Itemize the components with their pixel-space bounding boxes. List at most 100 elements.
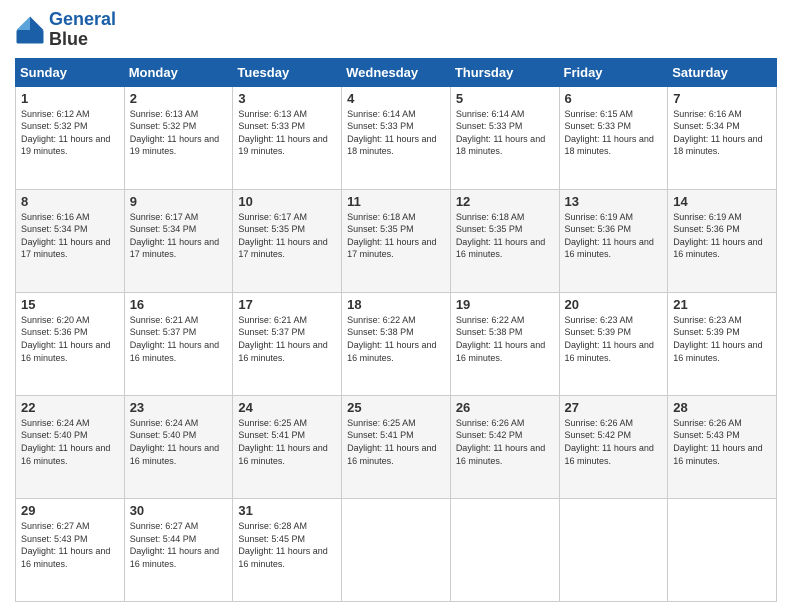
day-info: Sunrise: 6:19 AM Sunset: 5:36 PM Dayligh… bbox=[673, 211, 771, 261]
day-info: Sunrise: 6:22 AM Sunset: 5:38 PM Dayligh… bbox=[456, 314, 554, 364]
day-info: Sunrise: 6:12 AM Sunset: 5:32 PM Dayligh… bbox=[21, 108, 119, 158]
calendar-cell: 26 Sunrise: 6:26 AM Sunset: 5:42 PM Dayl… bbox=[450, 395, 559, 498]
calendar-table: SundayMondayTuesdayWednesdayThursdayFrid… bbox=[15, 58, 777, 602]
day-number: 10 bbox=[238, 194, 336, 209]
day-info: Sunrise: 6:14 AM Sunset: 5:33 PM Dayligh… bbox=[347, 108, 445, 158]
day-info: Sunrise: 6:25 AM Sunset: 5:41 PM Dayligh… bbox=[238, 417, 336, 467]
day-number: 9 bbox=[130, 194, 228, 209]
day-number: 5 bbox=[456, 91, 554, 106]
logo: General Blue bbox=[15, 10, 116, 50]
day-info: Sunrise: 6:27 AM Sunset: 5:43 PM Dayligh… bbox=[21, 520, 119, 570]
day-info: Sunrise: 6:26 AM Sunset: 5:42 PM Dayligh… bbox=[565, 417, 663, 467]
day-info: Sunrise: 6:15 AM Sunset: 5:33 PM Dayligh… bbox=[565, 108, 663, 158]
logo-text: General Blue bbox=[49, 10, 116, 50]
day-number: 7 bbox=[673, 91, 771, 106]
day-number: 20 bbox=[565, 297, 663, 312]
day-info: Sunrise: 6:16 AM Sunset: 5:34 PM Dayligh… bbox=[673, 108, 771, 158]
day-info: Sunrise: 6:25 AM Sunset: 5:41 PM Dayligh… bbox=[347, 417, 445, 467]
day-number: 1 bbox=[21, 91, 119, 106]
calendar-cell: 13 Sunrise: 6:19 AM Sunset: 5:36 PM Dayl… bbox=[559, 189, 668, 292]
calendar-cell: 15 Sunrise: 6:20 AM Sunset: 5:36 PM Dayl… bbox=[16, 292, 125, 395]
calendar-cell: 2 Sunrise: 6:13 AM Sunset: 5:32 PM Dayli… bbox=[124, 86, 233, 189]
day-info: Sunrise: 6:23 AM Sunset: 5:39 PM Dayligh… bbox=[565, 314, 663, 364]
calendar-cell: 9 Sunrise: 6:17 AM Sunset: 5:34 PM Dayli… bbox=[124, 189, 233, 292]
calendar-week-4: 22 Sunrise: 6:24 AM Sunset: 5:40 PM Dayl… bbox=[16, 395, 777, 498]
day-number: 2 bbox=[130, 91, 228, 106]
day-number: 18 bbox=[347, 297, 445, 312]
day-info: Sunrise: 6:26 AM Sunset: 5:42 PM Dayligh… bbox=[456, 417, 554, 467]
calendar-cell: 1 Sunrise: 6:12 AM Sunset: 5:32 PM Dayli… bbox=[16, 86, 125, 189]
day-number: 14 bbox=[673, 194, 771, 209]
calendar-cell: 16 Sunrise: 6:21 AM Sunset: 5:37 PM Dayl… bbox=[124, 292, 233, 395]
calendar-cell: 24 Sunrise: 6:25 AM Sunset: 5:41 PM Dayl… bbox=[233, 395, 342, 498]
day-number: 27 bbox=[565, 400, 663, 415]
calendar-cell: 20 Sunrise: 6:23 AM Sunset: 5:39 PM Dayl… bbox=[559, 292, 668, 395]
page: General Blue SundayMondayTuesdayWednesda… bbox=[0, 0, 792, 612]
calendar-week-3: 15 Sunrise: 6:20 AM Sunset: 5:36 PM Dayl… bbox=[16, 292, 777, 395]
day-info: Sunrise: 6:13 AM Sunset: 5:33 PM Dayligh… bbox=[238, 108, 336, 158]
day-number: 8 bbox=[21, 194, 119, 209]
day-number: 24 bbox=[238, 400, 336, 415]
day-info: Sunrise: 6:27 AM Sunset: 5:44 PM Dayligh… bbox=[130, 520, 228, 570]
day-info: Sunrise: 6:20 AM Sunset: 5:36 PM Dayligh… bbox=[21, 314, 119, 364]
day-number: 29 bbox=[21, 503, 119, 518]
calendar-cell: 28 Sunrise: 6:26 AM Sunset: 5:43 PM Dayl… bbox=[668, 395, 777, 498]
day-number: 17 bbox=[238, 297, 336, 312]
day-info: Sunrise: 6:13 AM Sunset: 5:32 PM Dayligh… bbox=[130, 108, 228, 158]
calendar-cell: 31 Sunrise: 6:28 AM Sunset: 5:45 PM Dayl… bbox=[233, 498, 342, 601]
calendar-cell: 10 Sunrise: 6:17 AM Sunset: 5:35 PM Dayl… bbox=[233, 189, 342, 292]
day-number: 6 bbox=[565, 91, 663, 106]
day-number: 26 bbox=[456, 400, 554, 415]
day-number: 15 bbox=[21, 297, 119, 312]
day-header-tuesday: Tuesday bbox=[233, 58, 342, 86]
day-number: 4 bbox=[347, 91, 445, 106]
calendar-cell: 23 Sunrise: 6:24 AM Sunset: 5:40 PM Dayl… bbox=[124, 395, 233, 498]
header: General Blue bbox=[15, 10, 777, 50]
calendar-cell: 8 Sunrise: 6:16 AM Sunset: 5:34 PM Dayli… bbox=[16, 189, 125, 292]
day-info: Sunrise: 6:23 AM Sunset: 5:39 PM Dayligh… bbox=[673, 314, 771, 364]
day-info: Sunrise: 6:14 AM Sunset: 5:33 PM Dayligh… bbox=[456, 108, 554, 158]
day-info: Sunrise: 6:24 AM Sunset: 5:40 PM Dayligh… bbox=[21, 417, 119, 467]
day-info: Sunrise: 6:18 AM Sunset: 5:35 PM Dayligh… bbox=[347, 211, 445, 261]
day-info: Sunrise: 6:21 AM Sunset: 5:37 PM Dayligh… bbox=[130, 314, 228, 364]
calendar-cell: 21 Sunrise: 6:23 AM Sunset: 5:39 PM Dayl… bbox=[668, 292, 777, 395]
day-header-saturday: Saturday bbox=[668, 58, 777, 86]
day-number: 19 bbox=[456, 297, 554, 312]
day-number: 25 bbox=[347, 400, 445, 415]
calendar-body: 1 Sunrise: 6:12 AM Sunset: 5:32 PM Dayli… bbox=[16, 86, 777, 601]
day-info: Sunrise: 6:21 AM Sunset: 5:37 PM Dayligh… bbox=[238, 314, 336, 364]
day-info: Sunrise: 6:17 AM Sunset: 5:35 PM Dayligh… bbox=[238, 211, 336, 261]
day-number: 13 bbox=[565, 194, 663, 209]
day-info: Sunrise: 6:24 AM Sunset: 5:40 PM Dayligh… bbox=[130, 417, 228, 467]
calendar-cell: 5 Sunrise: 6:14 AM Sunset: 5:33 PM Dayli… bbox=[450, 86, 559, 189]
calendar-cell: 3 Sunrise: 6:13 AM Sunset: 5:33 PM Dayli… bbox=[233, 86, 342, 189]
day-number: 16 bbox=[130, 297, 228, 312]
calendar-cell: 11 Sunrise: 6:18 AM Sunset: 5:35 PM Dayl… bbox=[342, 189, 451, 292]
day-number: 3 bbox=[238, 91, 336, 106]
calendar-week-1: 1 Sunrise: 6:12 AM Sunset: 5:32 PM Dayli… bbox=[16, 86, 777, 189]
calendar-week-2: 8 Sunrise: 6:16 AM Sunset: 5:34 PM Dayli… bbox=[16, 189, 777, 292]
day-info: Sunrise: 6:26 AM Sunset: 5:43 PM Dayligh… bbox=[673, 417, 771, 467]
day-number: 23 bbox=[130, 400, 228, 415]
calendar-cell: 6 Sunrise: 6:15 AM Sunset: 5:33 PM Dayli… bbox=[559, 86, 668, 189]
calendar-cell: 27 Sunrise: 6:26 AM Sunset: 5:42 PM Dayl… bbox=[559, 395, 668, 498]
day-info: Sunrise: 6:16 AM Sunset: 5:34 PM Dayligh… bbox=[21, 211, 119, 261]
day-number: 30 bbox=[130, 503, 228, 518]
calendar-cell: 12 Sunrise: 6:18 AM Sunset: 5:35 PM Dayl… bbox=[450, 189, 559, 292]
calendar-header-row: SundayMondayTuesdayWednesdayThursdayFrid… bbox=[16, 58, 777, 86]
day-number: 31 bbox=[238, 503, 336, 518]
day-info: Sunrise: 6:17 AM Sunset: 5:34 PM Dayligh… bbox=[130, 211, 228, 261]
calendar-cell: 4 Sunrise: 6:14 AM Sunset: 5:33 PM Dayli… bbox=[342, 86, 451, 189]
calendar-cell: 17 Sunrise: 6:21 AM Sunset: 5:37 PM Dayl… bbox=[233, 292, 342, 395]
calendar-cell bbox=[342, 498, 451, 601]
calendar-cell: 19 Sunrise: 6:22 AM Sunset: 5:38 PM Dayl… bbox=[450, 292, 559, 395]
day-header-wednesday: Wednesday bbox=[342, 58, 451, 86]
day-number: 12 bbox=[456, 194, 554, 209]
day-header-monday: Monday bbox=[124, 58, 233, 86]
calendar-cell bbox=[559, 498, 668, 601]
calendar-cell: 18 Sunrise: 6:22 AM Sunset: 5:38 PM Dayl… bbox=[342, 292, 451, 395]
logo-icon bbox=[15, 15, 45, 45]
day-info: Sunrise: 6:19 AM Sunset: 5:36 PM Dayligh… bbox=[565, 211, 663, 261]
calendar-cell bbox=[450, 498, 559, 601]
day-number: 11 bbox=[347, 194, 445, 209]
